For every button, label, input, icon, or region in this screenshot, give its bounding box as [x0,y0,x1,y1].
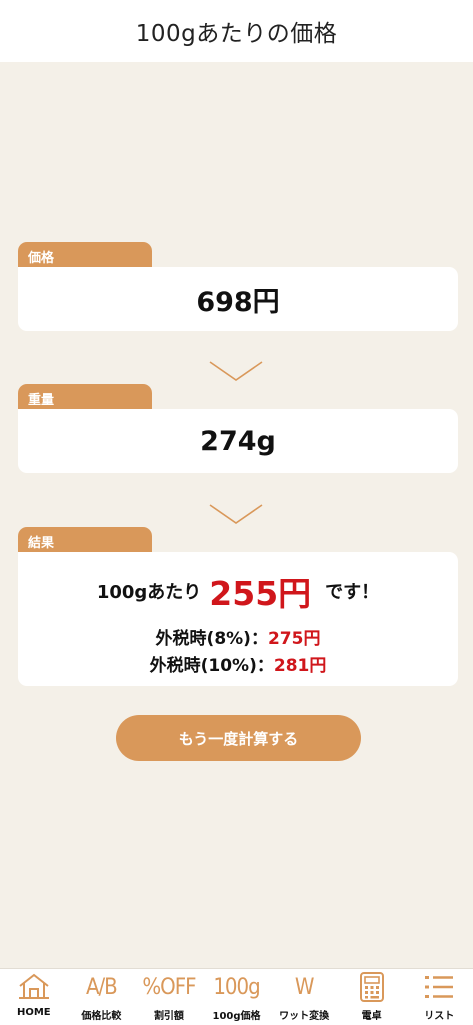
watt-icon: W [294,974,315,1000]
nav-item-calculator[interactable]: 電卓 [338,969,406,1025]
tax8-line: 外税時(8%)：275円 [18,624,458,649]
nav-item-100g-price[interactable]: 100g 100g価格 [203,969,271,1025]
percent-off-icon: %OFF [142,974,196,1000]
nav-item-discount[interactable]: %OFF 割引額 [135,969,203,1025]
nav-item-price-compare[interactable]: A/B 価格比較 [68,969,136,1025]
weight-value: 274g [200,425,276,457]
result-card: 100gあたり 255円 です！ 外税時(8%)：275円 外税時(10%)：2… [18,552,458,686]
chevron-down-icon [209,504,263,524]
nav-label-discount: 割引額 [153,1011,184,1022]
tax10-line: 外税時(10%)：281円 [18,651,458,676]
tax8-value: 275円 [267,629,321,649]
tax10-label: 外税時(10%)： [149,656,274,676]
tax8-label: 外税時(8%)： [155,629,268,649]
result-main-line: 100gあたり 255円 です！ [18,566,458,616]
weight-field[interactable]: 274g [18,409,458,473]
calculator-icon [359,972,384,1002]
price-value: 698円 [196,286,280,318]
tax10-value: 281円 [273,656,327,676]
nav-label-list: リスト [424,1011,455,1022]
price-label: 価格 [18,242,152,268]
list-icon [425,976,454,998]
nav-label-home: HOME [16,1007,51,1018]
weight-label: 重量 [18,384,152,410]
app-header: 100gあたりの価格 [0,0,473,62]
100g-icon: 100g [213,974,260,1000]
result-value: 255円 [209,574,312,613]
bottom-nav: HOME A/B 価格比較 %OFF 割引額 100g 100g価格 W ワット… [0,968,473,1025]
nav-item-watt[interactable]: W ワット変換 [270,969,338,1025]
price-field[interactable]: 698円 [18,267,458,331]
nav-item-list[interactable]: リスト [405,969,473,1025]
recalculate-button[interactable]: もう一度計算する [116,715,361,761]
ab-icon: A/B [85,974,118,1000]
nav-item-home[interactable]: HOME [0,969,68,1025]
page-title: 100gあたりの価格 [135,21,338,47]
result-suffix: です！ [325,582,380,603]
nav-label-watt: ワット変換 [279,1011,330,1022]
nav-label-calculator: 電卓 [361,1011,382,1022]
chevron-down-icon [209,361,263,381]
nav-label-price-compare: 価格比較 [81,1011,122,1022]
nav-label-100g-price: 100g価格 [212,1011,261,1022]
result-prefix: 100gあたり [96,582,202,603]
home-icon [18,973,49,999]
result-label: 結果 [18,527,152,553]
